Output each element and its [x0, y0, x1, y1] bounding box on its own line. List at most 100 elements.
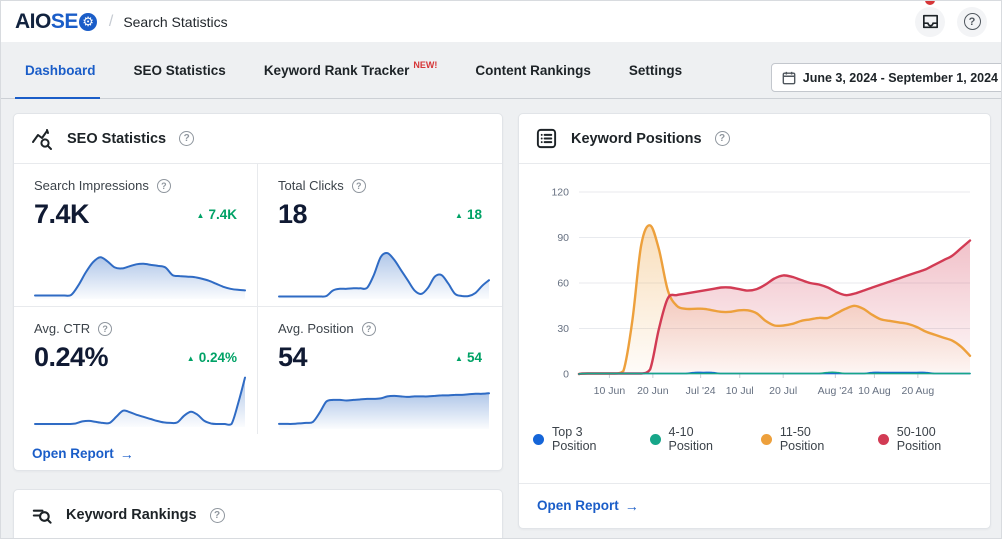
gear-logo-icon — [78, 12, 97, 31]
tab-seo-statistics[interactable]: SEO Statistics — [134, 42, 226, 98]
legend-item-4-10[interactable]: 4-10 Position — [649, 425, 735, 453]
metric-trend: 0.24% — [187, 350, 237, 365]
help-icon[interactable] — [361, 321, 376, 336]
search-statistics-page: AIOSE / Search Statistics Dashboard SEO … — [0, 0, 1002, 539]
svg-text:10 Jul: 10 Jul — [726, 385, 754, 397]
breadcrumb: Search Statistics — [123, 13, 228, 30]
date-range-label: June 3, 2024 - September 1, 2024 — [802, 70, 998, 85]
keyword-positions-chart: 120 90 60 30 0 10 Jun 20 Jun Jul '24 10 Jul 20 Ju… — [519, 164, 990, 453]
legend-item-11-50[interactable]: 11-50 Position — [760, 425, 852, 453]
sparkline-chart — [34, 256, 246, 299]
svg-text:120: 120 — [551, 187, 569, 199]
tabs: Dashboard SEO Statistics Keyword Rank Tr… — [15, 42, 682, 99]
trend-up-icon — [187, 350, 195, 365]
help-icon[interactable] — [351, 178, 366, 193]
svg-text:20 Aug: 20 Aug — [902, 385, 935, 397]
help-icon[interactable] — [179, 131, 195, 146]
svg-text:30: 30 — [557, 323, 569, 335]
svg-text:90: 90 — [557, 232, 569, 244]
tab-label: Settings — [628, 62, 683, 78]
legend-dot-green — [649, 433, 661, 445]
legend-dot-red — [877, 433, 889, 445]
tab-label: Content Rankings — [475, 62, 591, 78]
notification-dot — [925, 1, 935, 5]
metric-value: 54 — [278, 342, 308, 372]
inbox-tray-icon — [922, 14, 938, 29]
trend-up-icon — [197, 207, 205, 222]
tab-content-rankings[interactable]: Content Rankings — [475, 42, 591, 98]
metric-trend: 7.4K — [197, 207, 237, 222]
keyword-rankings-card-header: Keyword Rankings — [14, 490, 502, 538]
svg-text:10 Jun: 10 Jun — [594, 385, 626, 397]
legend-item-top3[interactable]: Top 3 Position — [533, 425, 624, 453]
date-range-picker[interactable]: June 3, 2024 - September 1, 2024 — [770, 63, 1001, 92]
keyword-rankings-card: Keyword Rankings — [13, 489, 503, 538]
open-report-link[interactable]: Open Report — [32, 446, 134, 462]
tab-label: Dashboard — [25, 62, 96, 78]
svg-text:20 Jun: 20 Jun — [637, 385, 669, 397]
logo-text-se: SE — [50, 9, 79, 33]
metric-trend: 54 — [455, 350, 482, 365]
breadcrumb-separator: / — [108, 12, 114, 30]
calendar-icon — [782, 71, 796, 84]
metric-value: 0.24% — [34, 342, 109, 372]
help-icon[interactable] — [156, 178, 171, 193]
svg-text:20 Jul: 20 Jul — [769, 385, 797, 397]
legend-dot-orange — [760, 433, 772, 445]
metric-value: 18 — [278, 199, 308, 229]
svg-text:60: 60 — [557, 278, 569, 290]
help-icon — [963, 13, 981, 30]
card-footer: Open Report — [519, 483, 990, 528]
list-icon — [535, 127, 558, 150]
tab-dashboard[interactable]: Dashboard — [15, 42, 100, 99]
legend-dot-blue — [533, 433, 544, 445]
metric-label: Avg. Position — [278, 321, 354, 336]
trend-up-icon — [455, 207, 463, 222]
help-icon[interactable] — [209, 507, 225, 523]
metric-trend: 18 — [455, 207, 482, 222]
sparkline-chart — [278, 252, 490, 299]
svg-text:Aug '24: Aug '24 — [818, 385, 853, 397]
metrics-grid: Search Impressions 7.4K 7.4K Total Click… — [14, 164, 502, 434]
tab-label: SEO Statistics — [133, 62, 226, 78]
metric-label: Search Impressions — [34, 178, 149, 193]
legend-item-50-100[interactable]: 50-100 Position — [877, 425, 976, 453]
sparkline-chart — [34, 376, 246, 427]
card-title: SEO Statistics — [67, 130, 167, 147]
metric-avg-position: Avg. Position 54 54 — [258, 307, 502, 434]
seo-statistics-card-header: SEO Statistics — [14, 114, 502, 164]
metric-search-impressions: Search Impressions 7.4K 7.4K — [14, 164, 258, 307]
keyword-positions-card-header: Keyword Positions — [519, 114, 990, 164]
positions-area-chart[interactable]: 120 90 60 30 0 10 Jun 20 Jun Jul '24 10 Jul 20 Ju… — [533, 178, 976, 410]
help-icon[interactable] — [714, 131, 730, 146]
tab-keyword-rank-tracker[interactable]: Keyword Rank Tracker NEW! — [264, 42, 438, 98]
top-bar: AIOSE / Search Statistics — [1, 1, 1001, 42]
notifications-inbox-button[interactable] — [915, 1, 945, 37]
help-icon[interactable] — [98, 321, 113, 336]
new-badge: NEW! — [413, 60, 438, 70]
metric-label: Total Clicks — [278, 178, 344, 193]
metric-label: Avg. CTR — [34, 321, 91, 336]
aioseo-logo[interactable]: AIO SE — [15, 10, 97, 34]
chart-legend: Top 3 Position 4-10 Position 11-50 Posit… — [533, 425, 976, 453]
trend-up-icon — [455, 350, 463, 365]
list-search-icon — [30, 504, 53, 527]
help-button[interactable] — [957, 6, 987, 37]
svg-text:0: 0 — [563, 369, 569, 381]
svg-text:Jul '24: Jul '24 — [686, 385, 716, 397]
analytics-search-icon — [30, 127, 54, 151]
svg-text:10 Aug: 10 Aug — [858, 385, 891, 397]
tab-settings[interactable]: Settings — [629, 42, 682, 98]
metric-total-clicks: Total Clicks 18 18 — [258, 164, 502, 307]
card-title: Keyword Positions — [571, 130, 702, 147]
seo-statistics-card: SEO Statistics Search Impressions 7.4K 7… — [13, 113, 503, 471]
tab-label: Keyword Rank Tracker — [263, 62, 410, 78]
topbar-actions — [915, 1, 987, 37]
open-report-link[interactable]: Open Report — [537, 498, 639, 514]
card-footer: Open Report — [14, 434, 502, 470]
logo-text-aio: AIO — [15, 9, 51, 33]
card-title: Keyword Rankings — [66, 507, 197, 523]
metric-avg-ctr: Avg. CTR 0.24% 0.24% — [14, 307, 258, 434]
sparkline-chart — [278, 392, 490, 429]
keyword-positions-card: Keyword Positions 120 90 60 30 0 10 Jun 20 Jun… — [518, 113, 991, 529]
